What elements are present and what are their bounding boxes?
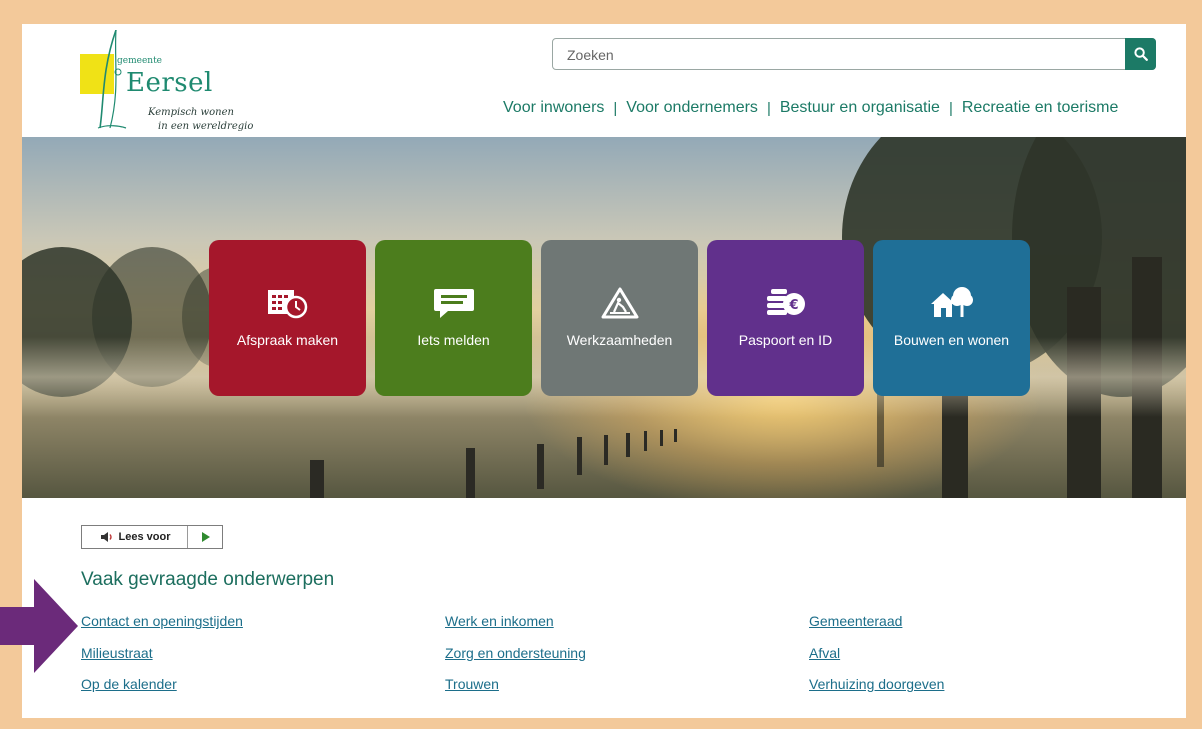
page: gemeente Eersel Kempisch wonen in een we…	[22, 24, 1186, 718]
link-milieustraat[interactable]: Milieustraat	[81, 645, 153, 661]
faq-heading: Vaak gevraagde onderwerpen	[81, 569, 335, 590]
search-box	[552, 38, 1156, 71]
link-verhuizing-doorgeven[interactable]: Verhuizing doorgeven	[809, 676, 944, 692]
pointer-arrow-icon	[0, 579, 78, 673]
link-contact-en-openingstijden[interactable]: Contact en openingstijden	[81, 613, 243, 629]
link-werk-en-inkomen[interactable]: Werk en inkomen	[445, 613, 554, 629]
tile-bouwen-en-wonen[interactable]: Bouwen en wonen	[873, 240, 1030, 396]
hero-fence-post	[626, 433, 630, 457]
play-icon	[201, 532, 210, 542]
read-aloud-play-button[interactable]	[188, 526, 222, 548]
hero-fence-post	[644, 431, 647, 451]
nav-voor-inwoners[interactable]: Voor inwoners	[503, 99, 604, 117]
search-input[interactable]	[565, 39, 1119, 71]
speaker-icon	[100, 532, 112, 542]
logo-name: Eersel	[126, 68, 213, 98]
road-works-icon	[600, 286, 640, 320]
nav-separator: |	[766, 99, 771, 117]
read-aloud-control: Lees voor	[81, 525, 223, 549]
tile-label: Bouwen en wonen	[893, 332, 1010, 348]
coins-icon: €	[763, 286, 809, 320]
link-zorg-en-ondersteuning[interactable]: Zorg en ondersteuning	[445, 645, 586, 661]
quick-tiles: Afspraak maken Iets melden Werkzaamheden…	[209, 240, 1030, 396]
tile-iets-melden[interactable]: Iets melden	[375, 240, 532, 396]
tile-paspoort-en-id[interactable]: € Paspoort en ID	[707, 240, 864, 396]
hero-fence-post	[310, 460, 324, 498]
calendar-clock-icon	[265, 286, 311, 320]
speech-bubble-icon	[432, 286, 476, 320]
main-navigation: Voor inwoners | Voor ondernemers | Bestu…	[503, 99, 1118, 117]
nav-separator: |	[613, 99, 618, 117]
link-afval[interactable]: Afval	[809, 645, 840, 661]
search-icon	[1133, 47, 1148, 61]
nav-separator: |	[948, 99, 953, 117]
tile-label: Iets melden	[417, 332, 490, 348]
logo-small-text: gemeente	[117, 56, 163, 66]
search-button[interactable]	[1125, 38, 1156, 70]
nav-voor-ondernemers[interactable]: Voor ondernemers	[626, 99, 758, 117]
hero-banner: Afspraak maken Iets melden Werkzaamheden…	[22, 137, 1186, 498]
tile-label: Afspraak maken	[236, 332, 339, 348]
svg-text:€: €	[788, 298, 798, 313]
logo-tagline-1: Kempisch wonen	[148, 107, 234, 118]
read-aloud-label: Lees voor	[118, 531, 171, 543]
hero-fence-post	[466, 448, 475, 498]
link-trouwen[interactable]: Trouwen	[445, 676, 499, 692]
link-op-de-kalender[interactable]: Op de kalender	[81, 676, 177, 692]
nav-bestuur-en-organisatie[interactable]: Bestuur en organisatie	[780, 99, 940, 117]
hero-fence-post	[604, 435, 608, 465]
house-tree-icon	[929, 286, 975, 320]
tile-afspraak-maken[interactable]: Afspraak maken	[209, 240, 366, 396]
link-gemeenteraad[interactable]: Gemeenteraad	[809, 613, 902, 629]
tile-label: Werkzaamheden	[566, 332, 673, 348]
tile-werkzaamheden[interactable]: Werkzaamheden	[541, 240, 698, 396]
hero-fence-post	[537, 444, 544, 489]
tile-label: Paspoort en ID	[738, 332, 833, 348]
logo-tagline-2: in een wereldregio	[158, 121, 254, 132]
read-aloud-button[interactable]: Lees voor	[82, 526, 188, 548]
nav-recreatie-en-toerisme[interactable]: Recreatie en toerisme	[962, 99, 1119, 117]
hero-fence-post	[660, 430, 663, 446]
hero-fence-post	[674, 429, 677, 442]
hero-fence-post	[577, 437, 582, 475]
logo[interactable]: gemeente Eersel Kempisch wonen in een we…	[80, 30, 270, 135]
